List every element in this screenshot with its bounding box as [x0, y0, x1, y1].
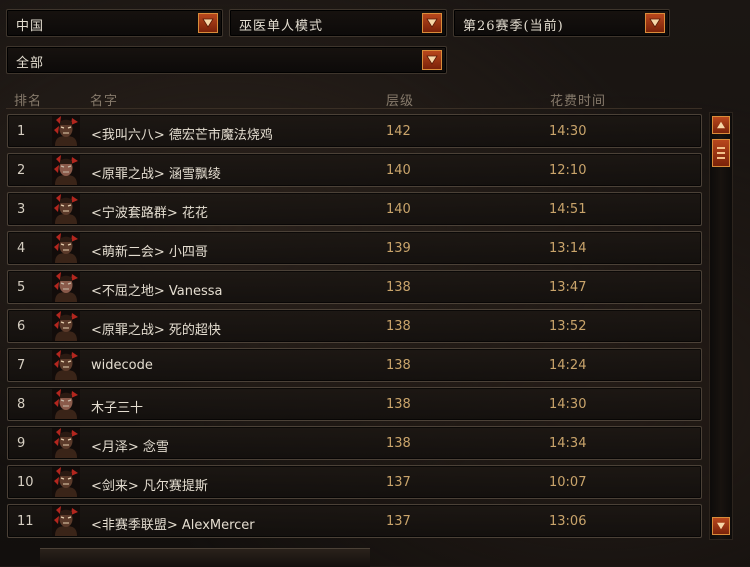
- row-level: 142: [386, 124, 411, 139]
- witch-doctor-portrait-icon: [52, 194, 80, 224]
- arrow-down-icon[interactable]: [712, 517, 730, 535]
- scrollbar-track[interactable]: [709, 112, 733, 540]
- witch-doctor-portrait-icon: [52, 467, 80, 497]
- row-level: 140: [386, 202, 411, 217]
- leaderboard-row[interactable]: 4 <萌新二会> 小四哥 139 13:14: [7, 231, 702, 265]
- row-player-name: <宁波套路群> 花花: [91, 206, 208, 221]
- column-header-rank: 排名: [14, 94, 43, 109]
- witch-doctor-portrait-icon: [52, 155, 80, 185]
- leaderboard-row[interactable]: 11 <非赛季联盟> AlexMercer 137 13:06: [7, 504, 702, 538]
- leaderboard-row[interactable]: 9 <月泽> 念雪 138 14:34: [7, 426, 702, 460]
- header-divider: [6, 108, 702, 109]
- row-level: 138: [386, 397, 411, 412]
- row-player-name: <萌新二会> 小四哥: [91, 245, 208, 260]
- season-dropdown[interactable]: 第26赛季(当前): [453, 9, 670, 37]
- region-dropdown-value: 中国: [16, 19, 45, 34]
- row-player-name: widecode: [91, 358, 153, 373]
- leaderboard-row[interactable]: 5 <不屈之地> Vanessa 138 13:47: [7, 270, 702, 304]
- witch-doctor-portrait-icon: [52, 311, 80, 341]
- row-time: 10:07: [549, 475, 587, 490]
- row-level: 138: [386, 358, 411, 373]
- witch-doctor-portrait-icon: [52, 272, 80, 302]
- scope-dropdown-value: 全部: [16, 56, 45, 71]
- chevron-down-icon[interactable]: [422, 13, 442, 33]
- row-time: 14:34: [549, 436, 587, 451]
- row-level: 137: [386, 475, 411, 490]
- row-rank: 7: [17, 358, 26, 373]
- region-dropdown[interactable]: 中国: [6, 9, 223, 37]
- row-time: 13:47: [549, 280, 587, 295]
- column-header-time: 花费时间: [550, 94, 607, 109]
- leaderboard-row[interactable]: 7 widecode 138 14:24: [7, 348, 702, 382]
- scrollbar-thumb[interactable]: [712, 139, 730, 167]
- column-header-name: 名字: [90, 94, 119, 109]
- row-time: 14:30: [549, 124, 587, 139]
- witch-doctor-portrait-icon: [52, 506, 80, 536]
- scope-dropdown[interactable]: 全部: [6, 46, 447, 74]
- row-time: 13:52: [549, 319, 587, 334]
- witch-doctor-portrait-icon: [52, 428, 80, 458]
- row-time: 14:30: [549, 397, 587, 412]
- row-rank: 11: [17, 514, 34, 529]
- row-level: 137: [386, 514, 411, 529]
- bottom-panel-edge: [40, 548, 370, 567]
- leaderboard-row[interactable]: 3 <宁波套路群> 花花 140 14:51: [7, 192, 702, 226]
- row-rank: 3: [17, 202, 26, 217]
- column-header-level: 层级: [386, 94, 415, 109]
- row-player-name: <月泽> 念雪: [91, 440, 169, 455]
- class-mode-dropdown[interactable]: 巫医单人模式: [229, 9, 447, 37]
- witch-doctor-portrait-icon: [52, 116, 80, 146]
- row-level: 139: [386, 241, 411, 256]
- row-rank: 1: [17, 124, 26, 139]
- row-player-name: <原罪之战> 死的超快: [91, 323, 221, 338]
- leaderboard-row[interactable]: 1 <我叫六八> 德宏芒市魔法烧鸡 142 14:30: [7, 114, 702, 148]
- leaderboard-row[interactable]: 10 <剑来> 凡尔赛提斯 137 10:07: [7, 465, 702, 499]
- class-mode-dropdown-value: 巫医单人模式: [239, 19, 324, 34]
- row-rank: 9: [17, 436, 26, 451]
- witch-doctor-portrait-icon: [52, 389, 80, 419]
- row-time: 13:06: [549, 514, 587, 529]
- row-player-name: 木子三十: [91, 401, 144, 416]
- row-level: 140: [386, 163, 411, 178]
- row-time: 14:51: [549, 202, 587, 217]
- row-rank: 8: [17, 397, 26, 412]
- row-level: 138: [386, 319, 411, 334]
- season-dropdown-value: 第26赛季(当前): [463, 19, 564, 34]
- leaderboard-row[interactable]: 6 <原罪之战> 死的超快 138 13:52: [7, 309, 702, 343]
- row-rank: 2: [17, 163, 26, 178]
- row-rank: 10: [17, 475, 34, 490]
- row-time: 13:14: [549, 241, 587, 256]
- chevron-down-icon[interactable]: [645, 13, 665, 33]
- row-time: 12:10: [549, 163, 587, 178]
- leaderboard-row[interactable]: 2 <原罪之战> 涵雪飘绫 140 12:10: [7, 153, 702, 187]
- leaderboard-row[interactable]: 8 木子三十 138 14:30: [7, 387, 702, 421]
- row-time: 14:24: [549, 358, 587, 373]
- row-player-name: <不屈之地> Vanessa: [91, 284, 223, 299]
- chevron-down-icon[interactable]: [198, 13, 218, 33]
- row-player-name: <非赛季联盟> AlexMercer: [91, 518, 255, 533]
- row-level: 138: [386, 436, 411, 451]
- row-rank: 6: [17, 319, 26, 334]
- witch-doctor-portrait-icon: [52, 350, 80, 380]
- row-player-name: <剑来> 凡尔赛提斯: [91, 479, 208, 494]
- row-rank: 4: [17, 241, 26, 256]
- witch-doctor-portrait-icon: [52, 233, 80, 263]
- row-player-name: <我叫六八> 德宏芒市魔法烧鸡: [91, 128, 273, 143]
- row-level: 138: [386, 280, 411, 295]
- chevron-down-icon[interactable]: [422, 50, 442, 70]
- row-player-name: <原罪之战> 涵雪飘绫: [91, 167, 221, 182]
- row-rank: 5: [17, 280, 26, 295]
- arrow-up-icon[interactable]: [712, 116, 730, 134]
